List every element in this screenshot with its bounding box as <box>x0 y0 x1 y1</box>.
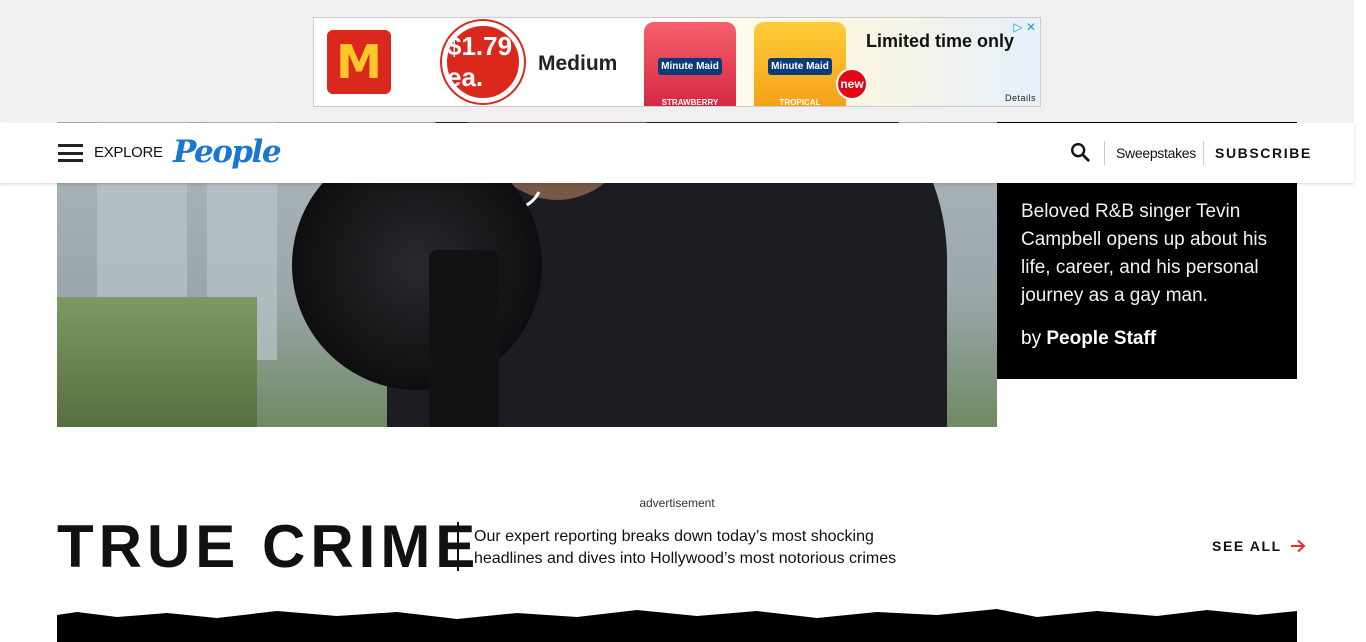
header-divider <box>1203 141 1204 165</box>
ad-price-badge: $1.79 ea. <box>442 21 524 103</box>
people-logo[interactable]: People <box>173 134 282 170</box>
ad-headline: Limited time only <box>866 31 1015 51</box>
ad-details-link[interactable]: Details <box>1005 93 1036 103</box>
ad-size-label: Medium <box>538 52 618 75</box>
promo-byline: by People Staff <box>1021 328 1156 350</box>
subscribe-link[interactable]: SUBSCRIBE <box>1215 145 1312 161</box>
section-description: Our expert reporting breaks down today’s… <box>474 528 897 567</box>
background-trees <box>57 297 257 427</box>
see-all-link[interactable]: SEE ALL <box>1212 538 1306 554</box>
section-banner-image[interactable] <box>57 607 1297 642</box>
new-badge: new <box>836 68 868 100</box>
cup-flavor-label: TROPICAL MANGO SLUSHIE <box>779 98 821 107</box>
slushie-cup-strawberry: Minute Maid STRAWBERRY WATERMELON SLUSHI… <box>644 22 736 107</box>
sweepstakes-link[interactable]: Sweepstakes <box>1116 145 1196 161</box>
explore-button[interactable]: EXPLORE <box>94 144 163 161</box>
header-divider <box>1104 141 1105 165</box>
adchoices-icon[interactable]: ▷ ✕ <box>1013 20 1036 34</box>
mcdonalds-ad[interactable]: M $1.79 ea. Medium Minute Maid STRAWBERR… <box>313 17 1041 107</box>
microphone <box>429 250 499 427</box>
cup-brand-label: Minute Maid <box>658 58 722 75</box>
promo-description: Beloved R&B singer Tevin Campbell opens … <box>1021 201 1268 306</box>
see-all-label: SEE ALL <box>1212 538 1282 554</box>
mcdonalds-logo-icon: M <box>327 30 391 94</box>
search-icon[interactable] <box>1069 141 1091 163</box>
section-divider <box>457 522 459 571</box>
slushie-cup-mango: Minute Maid TROPICAL MANGO SLUSHIE <box>754 22 846 107</box>
site-header: EXPLORE People Sweepstakes SUBSCRIBE <box>0 123 1354 183</box>
byline-author[interactable]: People Staff <box>1046 328 1156 349</box>
advertisement-label: advertisement <box>639 496 715 510</box>
ad-banner-area: M $1.79 ea. Medium Minute Maid STRAWBERR… <box>0 0 1354 122</box>
hamburger-menu-icon[interactable] <box>58 144 83 162</box>
byline-prefix: by <box>1021 328 1042 349</box>
torn-paper-edge <box>57 607 1297 619</box>
cup-flavor-label: STRAWBERRY WATERMELON SLUSHIE <box>661 98 719 107</box>
cup-brand-label: Minute Maid <box>768 58 832 75</box>
section-title[interactable]: TRUE CRIME <box>57 512 480 582</box>
arrow-right-icon <box>1290 539 1306 553</box>
